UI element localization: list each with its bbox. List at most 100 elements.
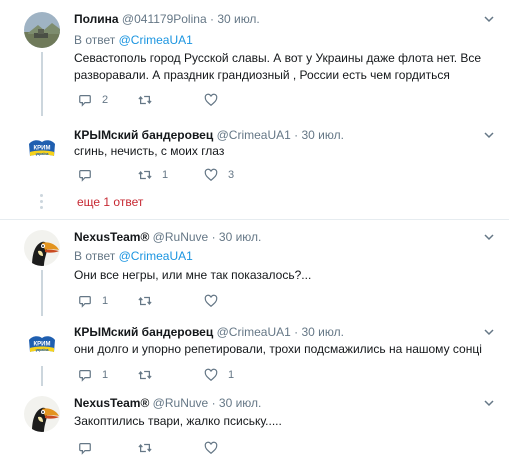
reply-icon: [79, 95, 91, 107]
tweet-date[interactable]: 30 июл.: [301, 325, 343, 339]
tweet-actions: 1 1: [74, 367, 374, 383]
retweet-button[interactable]: [138, 367, 162, 383]
thread-line: [41, 52, 43, 116]
reply-mention-link[interactable]: @CrimeaUA1: [119, 33, 193, 47]
tweet-text: сгинь, нечисть, с моих глаз: [74, 144, 225, 158]
tweet-date[interactable]: 30 июл.: [217, 12, 259, 26]
tweet-actions: 1: [74, 293, 374, 309]
toucan-avatar: [24, 396, 60, 432]
tweet-nexusteam-1[interactable]: NexusTeam® @RuNuve · 30 июл. В ответ @Cr…: [0, 220, 509, 318]
chevron-down-icon[interactable]: [483, 231, 495, 243]
separator: ·: [211, 396, 216, 410]
tweet-text: Они все негры, или мне так показалось?..…: [74, 268, 312, 282]
tweet-header: NexusTeam® @RuNuve · 30 июл.: [74, 229, 261, 245]
author-name[interactable]: NexusTeam®: [74, 396, 149, 410]
separator: ·: [209, 12, 214, 26]
reply-context: В ответ @CrimeaUA1: [74, 32, 193, 48]
reply-prefix: В ответ: [74, 33, 116, 47]
tweet-text: Севастополь город Русской славы. А вот у…: [74, 51, 482, 82]
tweet-crimea-2[interactable]: КРИМ україна КРЫМский бандеровец @Crimea…: [0, 318, 509, 388]
reply-icon: [79, 370, 91, 382]
reply-context: В ответ @CrimeaUA1: [74, 248, 193, 264]
retweet-icon: [138, 296, 152, 306]
show-more-replies-link[interactable]: еще 1 ответ: [77, 195, 143, 209]
heart-icon: [204, 294, 218, 308]
svg-text:КРИМ: КРИМ: [34, 342, 51, 348]
tweet-header: NexusTeam® @RuNuve · 30 июл.: [74, 395, 261, 411]
author-name[interactable]: КРЫМский бандеровец: [74, 325, 213, 339]
svg-text:україна: україна: [36, 348, 49, 352]
svg-text:україна: україна: [36, 152, 49, 156]
avatar-photo: [24, 12, 60, 48]
thread-line: [41, 366, 43, 386]
tweet-nexusteam-2[interactable]: NexusTeam® @RuNuve · 30 июл. Закоптились…: [0, 388, 509, 460]
reply-button[interactable]: 1: [78, 367, 108, 383]
replies-feed: Полина @041179Polina · 30 июл. В ответ @…: [0, 0, 509, 460]
like-button[interactable]: [204, 92, 228, 108]
retweet-button[interactable]: [138, 440, 162, 456]
reply-icon: [79, 170, 91, 182]
retweet-icon: [138, 370, 152, 380]
like-count: 3: [228, 169, 235, 181]
reply-mention-link[interactable]: @CrimeaUA1: [119, 249, 193, 263]
chevron-down-icon[interactable]: [483, 13, 495, 25]
tweet-text: Закоптились твари, жалко псиську.....: [74, 414, 282, 428]
chevron-down-icon[interactable]: [483, 326, 495, 338]
show-more-replies-row[interactable]: еще 1 ответ: [0, 192, 509, 216]
reply-count: 1: [102, 369, 109, 381]
reply-icon: [79, 296, 91, 308]
chevron-down-icon[interactable]: [483, 129, 495, 141]
author-name[interactable]: Полина: [74, 12, 119, 26]
reply-prefix: В ответ: [74, 249, 116, 263]
crimea-logo-avatar: КРИМ україна: [24, 130, 60, 166]
separator: ·: [294, 128, 299, 142]
like-button[interactable]: 1: [204, 367, 234, 383]
avatar-nexusteam[interactable]: [24, 230, 60, 266]
reply-icon: [79, 443, 91, 455]
avatar-crimea[interactable]: КРИМ україна: [24, 326, 60, 362]
chevron-down-icon[interactable]: [483, 397, 495, 409]
like-button[interactable]: [204, 440, 228, 456]
reply-button[interactable]: [78, 440, 102, 456]
author-name[interactable]: КРЫМский бандеровец: [74, 128, 213, 142]
retweet-icon: [138, 95, 152, 105]
retweet-button[interactable]: 1: [138, 167, 168, 183]
reply-button[interactable]: [78, 167, 102, 183]
avatar-crimea[interactable]: КРИМ україна: [24, 130, 60, 166]
separator: ·: [294, 325, 299, 339]
tweet-date[interactable]: 30 июл.: [301, 128, 343, 142]
reply-button[interactable]: 2: [78, 92, 108, 108]
like-button[interactable]: [204, 293, 228, 309]
separator: ·: [211, 230, 216, 244]
crimea-logo-avatar: КРИМ україна: [24, 326, 60, 362]
tweet-date[interactable]: 30 июл.: [219, 396, 261, 410]
author-handle[interactable]: @CrimeaUA1: [217, 128, 291, 142]
author-handle[interactable]: @041179Polina: [122, 12, 207, 26]
tweet-header: КРЫМский бандеровец @CrimeaUA1 · 30 июл.: [74, 127, 344, 143]
author-handle[interactable]: @CrimeaUA1: [217, 325, 291, 339]
tweet-crimea-1[interactable]: КРИМ україна КРЫМский бандеровец @Crimea…: [0, 120, 509, 188]
reply-button[interactable]: 1: [78, 293, 108, 309]
retweet-count: 1: [162, 169, 169, 181]
avatar-polina[interactable]: [24, 12, 60, 48]
avatar-nexusteam[interactable]: [24, 396, 60, 432]
tweet-date[interactable]: 30 июл.: [219, 230, 261, 244]
author-handle[interactable]: @RuNuve: [153, 396, 209, 410]
thread-line: [41, 270, 43, 316]
retweet-button[interactable]: [138, 92, 162, 108]
tweet-polina[interactable]: Полина @041179Polina · 30 июл. В ответ @…: [0, 0, 509, 120]
svg-text:КРИМ: КРИМ: [34, 146, 51, 152]
like-button[interactable]: 3: [204, 167, 234, 183]
tweet-header: КРЫМский бандеровец @CrimeaUA1 · 30 июл.: [74, 324, 344, 340]
heart-icon: [204, 168, 218, 182]
author-handle[interactable]: @RuNuve: [153, 230, 209, 244]
tweet-header: Полина @041179Polina · 30 июл.: [74, 11, 260, 27]
tweet-text: они долго и упорно репетировали, трохи п…: [74, 342, 482, 356]
retweet-icon: [138, 443, 152, 453]
retweet-button[interactable]: [138, 293, 162, 309]
tweet-actions: 1 3: [74, 167, 374, 183]
reply-count: 1: [102, 295, 109, 307]
heart-icon: [204, 441, 218, 455]
author-name[interactable]: NexusTeam®: [74, 230, 149, 244]
thread-dots: [40, 194, 44, 212]
